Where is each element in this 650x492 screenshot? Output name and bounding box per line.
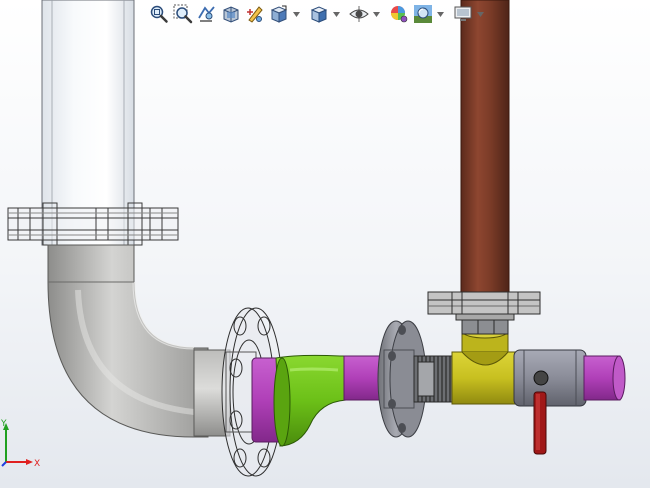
view-orientation-icon[interactable]: [268, 3, 290, 25]
z-axis: [1, 461, 7, 467]
valve-handle[interactable]: [533, 391, 547, 455]
glass-pipe-flange[interactable]: [7, 202, 179, 246]
apply-scene-dropdown-caret[interactable]: [436, 3, 444, 25]
apply-scene-icon[interactable]: [412, 3, 434, 25]
display-style-dropdown-caret[interactable]: [332, 3, 340, 25]
hide-show-items-icon[interactable]: [348, 3, 370, 25]
edit-appearance-icon[interactable]: [388, 3, 410, 25]
threaded-nipple[interactable]: [413, 355, 455, 403]
steel-elbow[interactable]: [47, 244, 209, 438]
ball-valve[interactable]: [513, 349, 587, 407]
copper-riser[interactable]: [460, 0, 510, 297]
x-axis-arrow: [26, 459, 33, 465]
hide-show-items-dropdown-caret[interactable]: [372, 3, 380, 25]
magenta-pipe-3[interactable]: [583, 355, 626, 401]
view-settings-icon[interactable]: [452, 3, 474, 25]
zoom-to-area-icon[interactable]: [172, 3, 194, 25]
zoom-to-fit-icon[interactable]: [148, 3, 170, 25]
reference-triad: Y X: [0, 418, 50, 473]
y-axis-label: Y: [0, 419, 7, 429]
view-settings-dropdown-caret[interactable]: [476, 3, 484, 25]
graphics-area[interactable]: [0, 0, 650, 488]
yellow-tee[interactable]: [451, 325, 517, 405]
green-reducer[interactable]: [273, 354, 347, 447]
display-style-icon[interactable]: [308, 3, 330, 25]
heads-up-view-toolbar: [148, 2, 490, 26]
section-view-icon[interactable]: [220, 3, 242, 25]
dynamic-annotation-view-icon[interactable]: [244, 3, 266, 25]
previous-view-icon[interactable]: [196, 3, 218, 25]
riser-flange[interactable]: [427, 291, 541, 321]
view-orientation-dropdown-caret[interactable]: [292, 3, 300, 25]
x-axis-label: X: [34, 459, 40, 469]
